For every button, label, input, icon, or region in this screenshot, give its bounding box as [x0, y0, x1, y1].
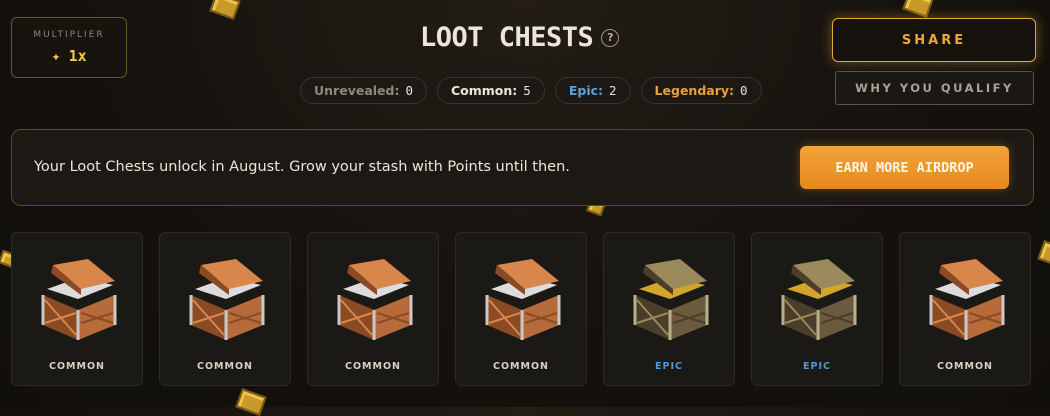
- count-value: 0: [405, 83, 413, 98]
- earn-more-airdrop-button[interactable]: EARN MORE AIRDROP: [800, 146, 1009, 189]
- chest-card-common[interactable]: COMMON: [307, 232, 439, 386]
- chest-card-common[interactable]: COMMON: [455, 232, 587, 386]
- chest-rarity-label: COMMON: [937, 361, 993, 372]
- chest-rarity-label: COMMON: [197, 361, 253, 372]
- coin-decoration: [209, 0, 241, 20]
- chest-card-epic[interactable]: EPIC: [751, 232, 883, 386]
- chest-card-common[interactable]: COMMON: [899, 232, 1031, 386]
- coin-decoration: [1037, 240, 1050, 268]
- page-title: LOOT CHESTS: [420, 22, 594, 53]
- chest-rarity-label: COMMON: [49, 361, 105, 372]
- chest-icon: [329, 255, 419, 345]
- chest-icon: [773, 255, 863, 345]
- count-legendary: Legendary: 0: [640, 77, 762, 104]
- chest-rarity-label: EPIC: [655, 361, 683, 372]
- chest-rarity-label: EPIC: [803, 361, 831, 372]
- count-value: 2: [609, 83, 617, 98]
- unlock-banner: Your Loot Chests unlock in August. Grow …: [11, 129, 1034, 206]
- chest-card-epic[interactable]: EPIC: [603, 232, 735, 386]
- banner-message: Your Loot Chests unlock in August. Grow …: [34, 159, 570, 175]
- multiplier-label: MULTIPLIER: [33, 30, 105, 40]
- sparkle-icon: ✦: [51, 51, 61, 64]
- count-common: Common: 5: [437, 77, 545, 104]
- count-value: 0: [740, 83, 748, 98]
- chest-grid: COMMON COMMON COMMON COMMON EPIC EPIC CO…: [11, 232, 1031, 386]
- count-unrevealed: Unrevealed: 0: [300, 77, 427, 104]
- chest-card-common[interactable]: COMMON: [11, 232, 143, 386]
- count-label: Unrevealed:: [314, 83, 400, 98]
- chest-icon: [33, 255, 123, 345]
- chest-icon: [477, 255, 567, 345]
- coin-decoration: [902, 0, 934, 18]
- why-you-qualify-button[interactable]: WHY YOU QUALIFY: [835, 71, 1034, 105]
- count-label: Epic:: [568, 83, 604, 98]
- chest-card-common[interactable]: COMMON: [159, 232, 291, 386]
- multiplier-badge: MULTIPLIER ✦ 1x: [11, 17, 127, 78]
- page-header: LOOT CHESTS ?: [420, 22, 620, 53]
- chest-rarity-label: COMMON: [345, 361, 401, 372]
- count-label: Legendary:: [654, 83, 735, 98]
- share-button[interactable]: SHARE: [832, 18, 1036, 62]
- chest-icon: [625, 255, 715, 345]
- count-epic: Epic: 2: [554, 77, 631, 104]
- chest-icon: [921, 255, 1011, 345]
- chest-rarity-label: COMMON: [493, 361, 549, 372]
- count-label: Common:: [451, 83, 518, 98]
- multiplier-value: 1x: [68, 47, 87, 65]
- chest-counts: Unrevealed: 0 Common: 5 Epic: 2 Legendar…: [300, 77, 762, 104]
- count-value: 5: [523, 83, 531, 98]
- coin-decoration: [235, 388, 267, 416]
- chest-icon: [181, 255, 271, 345]
- help-icon[interactable]: ?: [601, 28, 620, 47]
